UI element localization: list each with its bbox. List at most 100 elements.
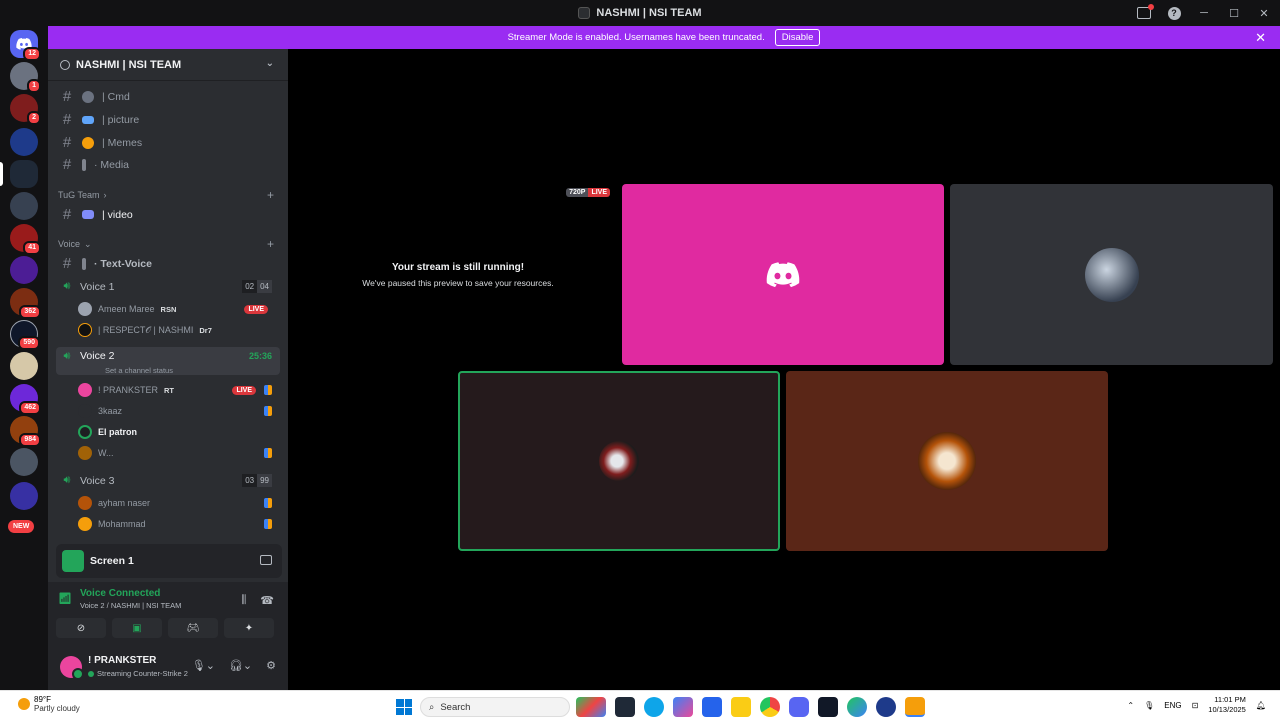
steam-icon[interactable]	[876, 697, 896, 717]
clock[interactable]: 11:01 PM 10/13/2025	[1208, 695, 1246, 715]
participant-tile-speaking[interactable]	[458, 371, 780, 551]
participant-tile[interactable]	[950, 184, 1273, 365]
copilot-icon[interactable]	[673, 697, 693, 717]
server-icon-14[interactable]	[10, 482, 38, 510]
screen-share-panel[interactable]: Screen 1	[56, 544, 282, 578]
noise-suppression-icon[interactable]: ⫼	[241, 594, 246, 607]
server-badge: 41	[23, 241, 41, 255]
chevron-up-icon[interactable]: ⌃	[1127, 701, 1134, 710]
server-icon-6[interactable]: 41	[10, 224, 41, 255]
hash-icon: #	[62, 111, 72, 128]
headphones-icon[interactable]: 🎧︎⌄	[229, 659, 252, 672]
close-window-button[interactable]: ✕	[1256, 5, 1272, 21]
server-icon-1[interactable]: 1	[10, 62, 41, 93]
popout-icon[interactable]	[260, 555, 272, 565]
voice-connection-panel: 📶︎ Voice Connected Voice 2 / NASHMI | NS…	[48, 582, 288, 646]
voice-user[interactable]: 3kaaz	[78, 401, 278, 421]
server-icon-5[interactable]	[10, 192, 38, 220]
user-avatar[interactable]	[60, 656, 84, 680]
server-icon-10[interactable]	[10, 352, 38, 380]
server-badge: 590	[18, 336, 40, 350]
server-icon-7[interactable]	[10, 256, 38, 284]
language-indicator[interactable]: ENG	[1164, 701, 1181, 710]
taskbar-search[interactable]: ⌕ Search	[420, 697, 570, 717]
camera-emoji-icon	[82, 210, 94, 219]
bars-icon	[82, 257, 86, 270]
edge-browser-icon[interactable]	[644, 697, 664, 717]
voice-channel-3[interactable]: 🔊︎ Voice 3 03 99	[56, 470, 280, 491]
channel-cmd[interactable]: # | Cmd	[56, 86, 280, 107]
microphone-tray-icon[interactable]: 🎙︎	[1144, 701, 1154, 710]
selected-server-pill	[0, 162, 3, 186]
direct-messages-button[interactable]: 12	[10, 30, 41, 61]
voice-connection-info[interactable]: 📶︎ Voice Connected Voice 2 / NASHMI | NS…	[58, 588, 181, 610]
minimize-button[interactable]: ─	[1196, 5, 1212, 21]
channel-label: | Cmd	[102, 90, 130, 103]
discord-app-icon[interactable]	[789, 697, 809, 717]
voice-user[interactable]: | RESPECT𝒪 | NASHMI Dr7	[78, 320, 278, 340]
disconnect-icon[interactable]: ☎	[260, 594, 274, 607]
channel-text-voice[interactable]: # · Text-Voice	[56, 253, 280, 274]
widget-app-icon[interactable]	[576, 697, 606, 717]
inbox-button[interactable]	[1136, 4, 1154, 21]
camera-off-button[interactable]: ⊘	[56, 618, 106, 638]
participant-tile[interactable]	[786, 371, 1108, 551]
windows-start-button[interactable]	[396, 699, 412, 715]
server-icon-8[interactable]: 362	[10, 288, 41, 319]
server-icon-13[interactable]	[10, 448, 38, 476]
weather-widget[interactable]: 89°F Partly cloudy	[18, 695, 80, 713]
counter-strike-icon[interactable]	[905, 697, 925, 717]
microphone-icon[interactable]: 🎙︎⌄	[192, 659, 215, 672]
channel-video[interactable]: # | video	[56, 204, 280, 225]
avatar	[78, 496, 92, 510]
file-explorer-icon[interactable]	[731, 697, 751, 717]
participant-tile-discord[interactable]	[622, 184, 944, 365]
channel-label: | video	[102, 208, 133, 221]
voice-user-name: W...	[98, 448, 114, 458]
settings-gear-icon[interactable]: ⚙	[266, 659, 276, 672]
channel-media[interactable]: # · Media	[56, 154, 280, 175]
new-unreads-badge[interactable]: NEW	[8, 520, 35, 533]
server-icon-9[interactable]: 590	[10, 320, 40, 350]
notification-bell-icon[interactable]: 🔔︎	[1256, 701, 1266, 710]
maximize-button[interactable]: ☐	[1226, 5, 1242, 21]
browser-app-icon[interactable]	[847, 697, 867, 717]
soundboard-button[interactable]: ✦	[224, 618, 274, 638]
own-stream-paused-tile[interactable]: 720P LIVE Your stream is still running! …	[304, 184, 612, 366]
category-tug-team[interactable]: TuG Team › +	[58, 188, 278, 202]
close-banner-icon[interactable]: ✕	[1255, 30, 1266, 46]
voice-channel-1[interactable]: 🔊︎ Voice 1 02 04	[56, 276, 280, 297]
add-channel-icon[interactable]: +	[267, 188, 274, 202]
disable-streamer-mode-button[interactable]: Disable	[774, 29, 821, 46]
voice-user[interactable]: Ameen Maree RSN LIVE	[78, 299, 278, 319]
voice-user[interactable]: ayham naser	[78, 493, 278, 513]
task-view-icon[interactable]	[615, 697, 635, 717]
terminal-icon[interactable]	[818, 697, 838, 717]
server-icon-12[interactable]: 984	[10, 416, 41, 447]
server-icon-11[interactable]: 462	[10, 384, 41, 415]
voice-user-speaking[interactable]: El patron	[78, 422, 278, 442]
channel-picture[interactable]: # | picture	[56, 109, 280, 130]
online-status-icon	[88, 670, 94, 677]
user-name: ! PRANKSTER	[88, 655, 157, 666]
channel-memes[interactable]: # | Memes	[56, 132, 280, 153]
network-icon[interactable]: ⊡	[1192, 701, 1199, 710]
channel-label: · Text-Voice	[94, 257, 152, 270]
quality-label: 720P	[566, 188, 589, 197]
category-voice[interactable]: Voice ⌄ +	[58, 237, 278, 251]
server-icon-current[interactable]	[10, 160, 38, 188]
server-icon-3[interactable]	[10, 128, 38, 156]
chrome-icon[interactable]	[760, 697, 780, 717]
voice-user[interactable]: Mohammad	[78, 514, 278, 534]
channel-status-hint[interactable]: Set a channel status	[105, 366, 173, 375]
help-button[interactable]: ?	[1166, 5, 1182, 21]
share-screen-button[interactable]: ▣	[112, 618, 162, 638]
voice-user[interactable]: W...	[78, 443, 278, 463]
user-tag: RT	[164, 385, 175, 395]
server-icon-2[interactable]: 2	[10, 94, 41, 125]
add-channel-icon[interactable]: +	[267, 237, 274, 251]
server-header[interactable]: NASHMI | NSI TEAM ⌄	[48, 49, 288, 81]
voice-user[interactable]: ! PRANKSTER RT LIVE	[78, 380, 278, 400]
store-icon[interactable]	[702, 697, 722, 717]
activities-button[interactable]: 🎮︎	[168, 618, 218, 638]
